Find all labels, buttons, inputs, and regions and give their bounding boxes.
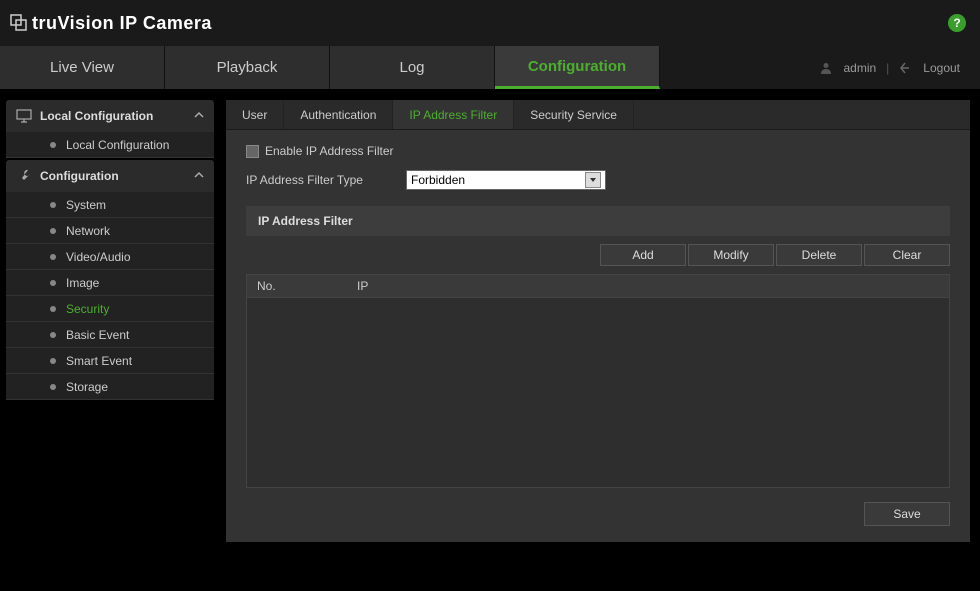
user-icon: [819, 61, 833, 75]
tab-security-service[interactable]: Security Service: [514, 100, 634, 129]
logout-link[interactable]: Logout: [923, 61, 960, 75]
settings-panel: Enable IP Address Filter IP Address Filt…: [226, 130, 970, 542]
user-area: admin | Logout: [799, 46, 980, 89]
clear-button[interactable]: Clear: [864, 244, 950, 266]
sidebar-item-local-configuration[interactable]: Local Configuration: [6, 132, 214, 158]
tab-bar: User Authentication IP Address Filter Se…: [226, 100, 970, 130]
filter-type-row: IP Address Filter Type Forbidden: [246, 170, 950, 190]
brand-logo-icon: [10, 14, 28, 32]
sidebar-section-local: Local Configuration Local Configuration: [6, 100, 214, 158]
filter-table-body: [246, 298, 950, 488]
save-row: Save: [246, 488, 950, 532]
sidebar-section-label: Configuration: [40, 169, 119, 183]
nav-spacer: [660, 46, 799, 89]
sidebar-item-video-audio[interactable]: Video/Audio: [6, 244, 214, 270]
chevron-up-icon: [194, 109, 204, 123]
nav-playback[interactable]: Playback: [165, 46, 330, 89]
dropdown-icon: [585, 172, 601, 188]
sidebar-item-basic-event[interactable]: Basic Event: [6, 322, 214, 348]
delete-button[interactable]: Delete: [776, 244, 862, 266]
top-nav: Live View Playback Log Configuration adm…: [0, 46, 980, 90]
filter-table-header: No. IP: [246, 274, 950, 298]
column-no: No.: [247, 279, 347, 293]
column-ip: IP: [347, 279, 949, 293]
sidebar-item-smart-event[interactable]: Smart Event: [6, 348, 214, 374]
sidebar-item-security[interactable]: Security: [6, 296, 214, 322]
chevron-up-icon: [194, 169, 204, 183]
enable-filter-checkbox[interactable]: [246, 145, 259, 158]
app-header: truVision IP Camera ?: [0, 0, 980, 46]
sidebar-header-config[interactable]: Configuration: [6, 160, 214, 192]
sidebar: Local Configuration Local Configuration …: [0, 100, 220, 591]
enable-filter-label: Enable IP Address Filter: [265, 144, 394, 158]
main-layout: Local Configuration Local Configuration …: [0, 90, 980, 591]
tab-user[interactable]: User: [226, 100, 284, 129]
sidebar-item-system[interactable]: System: [6, 192, 214, 218]
nav-log[interactable]: Log: [330, 46, 495, 89]
monitor-icon: [16, 108, 32, 124]
sidebar-section-config: Configuration System Network Video/Audio…: [6, 160, 214, 400]
filter-section: IP Address Filter Add Modify Delete Clea…: [246, 206, 950, 488]
logout-icon: [899, 61, 913, 75]
filter-section-title: IP Address Filter: [246, 206, 950, 236]
modify-button[interactable]: Modify: [688, 244, 774, 266]
filter-type-value: Forbidden: [411, 173, 465, 187]
nav-configuration[interactable]: Configuration: [495, 46, 660, 89]
sidebar-item-storage[interactable]: Storage: [6, 374, 214, 400]
username-label: admin: [843, 61, 876, 75]
help-icon[interactable]: ?: [948, 14, 966, 32]
filter-type-select[interactable]: Forbidden: [406, 170, 606, 190]
sidebar-item-image[interactable]: Image: [6, 270, 214, 296]
sidebar-header-local[interactable]: Local Configuration: [6, 100, 214, 132]
tab-ip-address-filter[interactable]: IP Address Filter: [393, 100, 514, 129]
sidebar-item-network[interactable]: Network: [6, 218, 214, 244]
filter-type-label: IP Address Filter Type: [246, 173, 406, 187]
wrench-icon: [16, 168, 32, 184]
brand-title: truVision IP Camera: [32, 13, 212, 34]
tab-authentication[interactable]: Authentication: [284, 100, 393, 129]
add-button[interactable]: Add: [600, 244, 686, 266]
nav-live-view[interactable]: Live View: [0, 46, 165, 89]
enable-filter-row: Enable IP Address Filter: [246, 144, 950, 158]
save-button[interactable]: Save: [864, 502, 950, 526]
filter-toolbar: Add Modify Delete Clear: [246, 236, 950, 274]
sidebar-section-label: Local Configuration: [40, 109, 153, 123]
content-area: User Authentication IP Address Filter Se…: [220, 100, 980, 591]
user-divider: |: [886, 61, 889, 75]
